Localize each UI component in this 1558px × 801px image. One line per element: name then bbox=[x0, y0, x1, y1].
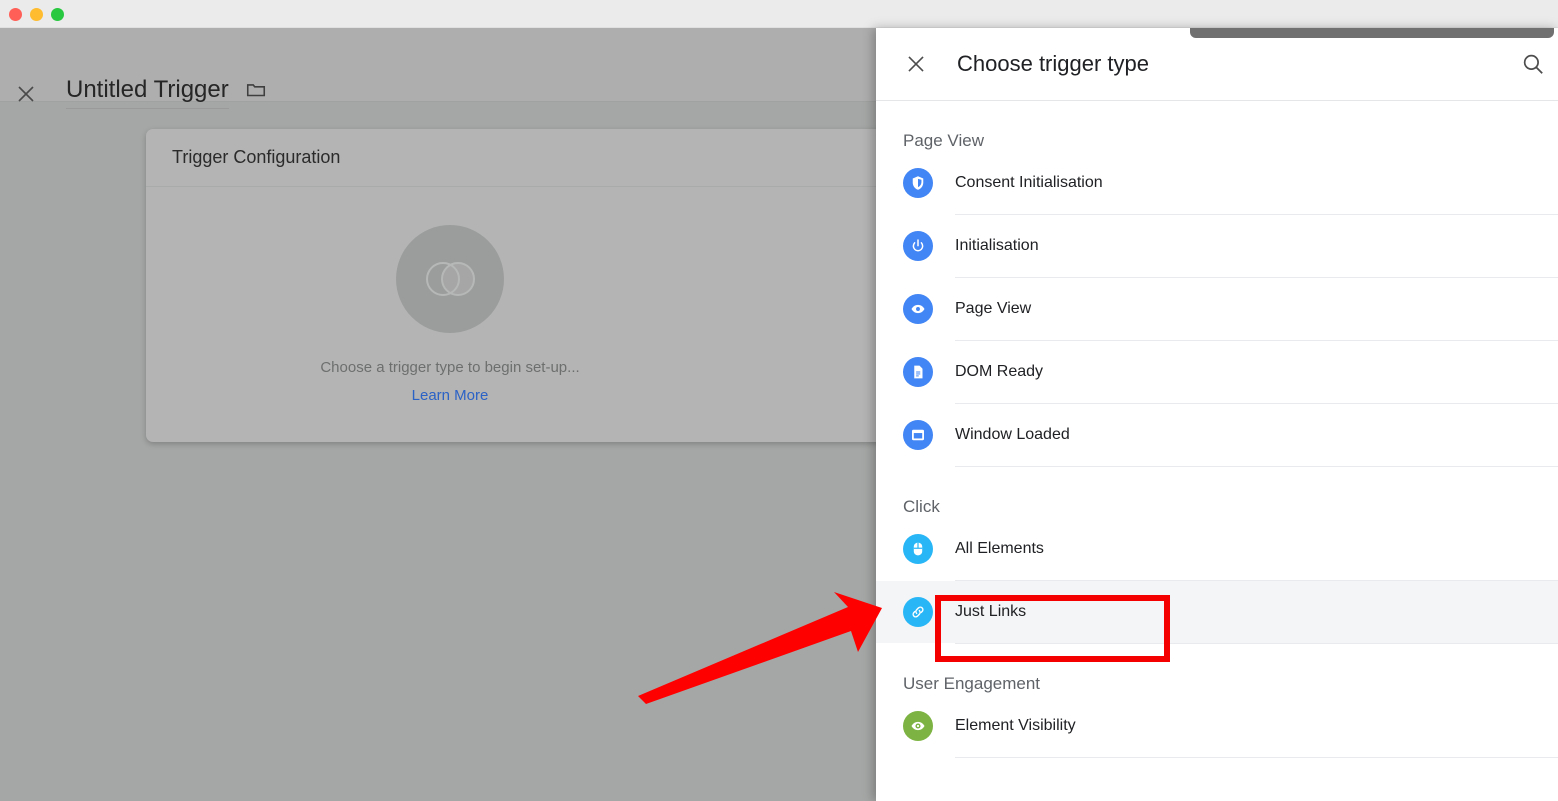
trigger-placeholder-text: Choose a trigger type to begin set-up... bbox=[320, 359, 579, 376]
trigger-type-consent-initialisation[interactable]: Consent Initialisation bbox=[876, 152, 1558, 214]
window-minimize-button[interactable] bbox=[30, 8, 43, 21]
trigger-placeholder-icon bbox=[396, 225, 504, 333]
trigger-type-element-visibility[interactable]: Element Visibility bbox=[876, 695, 1558, 757]
traffic-lights bbox=[9, 8, 64, 21]
close-trigger-editor-button[interactable] bbox=[14, 82, 38, 106]
trigger-name-group: Untitled Trigger bbox=[66, 76, 267, 109]
trigger-type-label: DOM Ready bbox=[955, 363, 1043, 381]
trigger-type-list: Page View Consent Initialisation Initialis… bbox=[876, 101, 1558, 758]
folder-icon[interactable] bbox=[245, 79, 267, 106]
section-title-page-view: Page View bbox=[876, 101, 1558, 152]
trigger-configuration-body: Choose a trigger type to begin set-up...… bbox=[146, 187, 952, 442]
app-window: Untitled Trigger Trigger Configuration C… bbox=[0, 0, 1558, 801]
window-titlebar bbox=[0, 0, 1558, 28]
list-divider bbox=[955, 757, 1558, 758]
choose-trigger-type-panel: Choose trigger type Page View Consent Ini… bbox=[876, 28, 1558, 801]
trigger-type-label: All Elements bbox=[955, 540, 1044, 558]
close-panel-button[interactable] bbox=[903, 51, 929, 77]
search-icon[interactable] bbox=[1520, 51, 1546, 77]
trigger-type-label: Element Visibility bbox=[955, 717, 1076, 735]
shield-icon bbox=[903, 168, 933, 198]
mouse-icon bbox=[903, 534, 933, 564]
panel-header: Choose trigger type bbox=[876, 28, 1558, 101]
trigger-type-label: Initialisation bbox=[955, 237, 1039, 255]
panel-scrollbar-thumb[interactable] bbox=[1190, 28, 1554, 38]
panel-title: Choose trigger type bbox=[957, 51, 1149, 77]
trigger-configuration-title: Trigger Configuration bbox=[172, 147, 340, 168]
window-zoom-button[interactable] bbox=[51, 8, 64, 21]
section-title-user-engagement: User Engagement bbox=[876, 644, 1558, 695]
power-icon bbox=[903, 231, 933, 261]
trigger-type-initialisation[interactable]: Initialisation bbox=[876, 215, 1558, 277]
trigger-configuration-card[interactable]: Trigger Configuration Choose a trigger t… bbox=[146, 129, 952, 442]
trigger-type-label: Window Loaded bbox=[955, 426, 1070, 444]
link-icon bbox=[903, 597, 933, 627]
trigger-type-label: Consent Initialisation bbox=[955, 174, 1103, 192]
trigger-type-label: Page View bbox=[955, 300, 1031, 318]
trigger-type-just-links[interactable]: Just Links bbox=[876, 581, 1558, 643]
trigger-type-label: Just Links bbox=[955, 603, 1026, 621]
trigger-configuration-header: Trigger Configuration bbox=[146, 129, 952, 187]
section-title-click: Click bbox=[876, 467, 1558, 518]
trigger-type-window-loaded[interactable]: Window Loaded bbox=[876, 404, 1558, 466]
learn-more-link[interactable]: Learn More bbox=[412, 387, 489, 404]
trigger-type-all-elements[interactable]: All Elements bbox=[876, 518, 1558, 580]
trigger-name-input[interactable]: Untitled Trigger bbox=[66, 76, 229, 109]
eye-icon bbox=[903, 294, 933, 324]
trigger-type-dom-ready[interactable]: DOM Ready bbox=[876, 341, 1558, 403]
trigger-type-page-view[interactable]: Page View bbox=[876, 278, 1558, 340]
document-icon bbox=[903, 357, 933, 387]
window-close-button[interactable] bbox=[9, 8, 22, 21]
window-icon bbox=[903, 420, 933, 450]
visibility-eye-icon bbox=[903, 711, 933, 741]
